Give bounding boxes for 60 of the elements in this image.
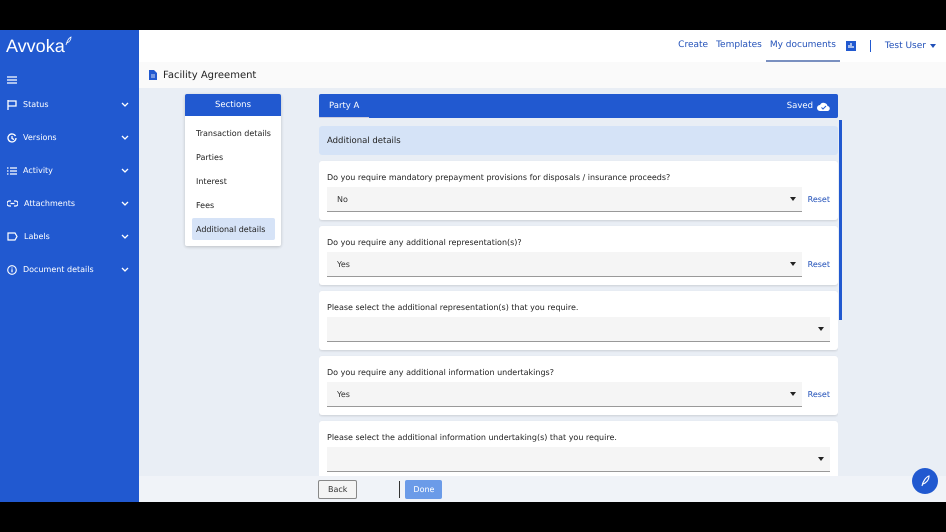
answer-select[interactable]: Yes (327, 382, 802, 407)
section-item[interactable]: Fees (192, 194, 275, 216)
answer-select[interactable]: Yes (327, 252, 802, 277)
label-icon (7, 232, 18, 241)
back-button[interactable]: Back (318, 480, 358, 498)
document-title: Facility Agreement (163, 70, 256, 80)
list-icon (7, 166, 17, 174)
sidebar-item[interactable]: Labels (0, 220, 139, 253)
section-heading: Additional details (319, 126, 838, 155)
dropdown-caret-icon (790, 262, 796, 266)
cloud-check-icon (817, 102, 830, 110)
chart-icon[interactable] (846, 41, 856, 51)
save-status: Saved (786, 101, 813, 111)
section-item[interactable]: Transaction details (192, 122, 275, 144)
feather-icon (920, 475, 930, 487)
section-item[interactable]: Additional details (192, 218, 275, 240)
dropdown-caret-icon (790, 197, 796, 201)
reset-link[interactable]: Reset (808, 390, 830, 399)
history-icon (7, 132, 17, 142)
caret-icon (930, 44, 936, 48)
sidebar-item[interactable]: Activity (0, 154, 139, 187)
chevron-down-icon (121, 200, 129, 206)
question-label: Do you require mandatory prepayment provisions for disposals / insurance proceeds? (327, 173, 672, 182)
nav-link[interactable]: Create (674, 30, 712, 62)
question-label: Do you require any additional representation(s)? (327, 238, 523, 247)
dropdown-caret-icon (818, 457, 824, 461)
answer-select[interactable] (327, 447, 830, 472)
answer-select[interactable] (327, 317, 830, 342)
scrollbar[interactable] (839, 120, 842, 320)
section-item[interactable]: Parties (192, 146, 275, 168)
feather-button[interactable] (912, 468, 938, 494)
chevron-down-icon (121, 134, 129, 140)
party-tab[interactable]: Party A (319, 94, 370, 118)
link-icon (7, 200, 18, 207)
dropdown-caret-icon (818, 327, 824, 331)
reset-link[interactable]: Reset (808, 195, 830, 204)
feather-icon (64, 36, 72, 46)
menu-icon[interactable] (7, 76, 17, 84)
sidebar-item[interactable]: Document details (0, 253, 139, 286)
logo: Avvoka (6, 36, 65, 57)
chevron-down-icon (121, 102, 129, 108)
chevron-down-icon (121, 266, 129, 272)
document-icon (149, 70, 157, 80)
question-label: Please select the additional representation(s) that you require. (327, 303, 580, 312)
flag-icon (7, 100, 17, 110)
question-label: Please select the additional information undertaking(s) that you require. (327, 433, 618, 442)
nav-link[interactable]: Templates (712, 30, 766, 62)
sidebar-item[interactable]: Status (0, 88, 139, 121)
dropdown-caret-icon (790, 392, 796, 396)
user-menu[interactable]: Test User (884, 41, 936, 51)
info-icon (7, 264, 17, 274)
chevron-down-icon (121, 168, 129, 174)
sidebar-item[interactable]: Versions (0, 121, 139, 154)
reset-link[interactable]: Reset (808, 260, 830, 269)
question-label: Do you require any additional information undertakings? (327, 368, 555, 377)
section-item[interactable]: Interest (192, 170, 275, 192)
sidebar-item[interactable]: Attachments (0, 187, 139, 220)
answer-select[interactable]: No (327, 187, 802, 212)
sections-header: Sections (185, 94, 281, 116)
chevron-down-icon (121, 234, 129, 240)
